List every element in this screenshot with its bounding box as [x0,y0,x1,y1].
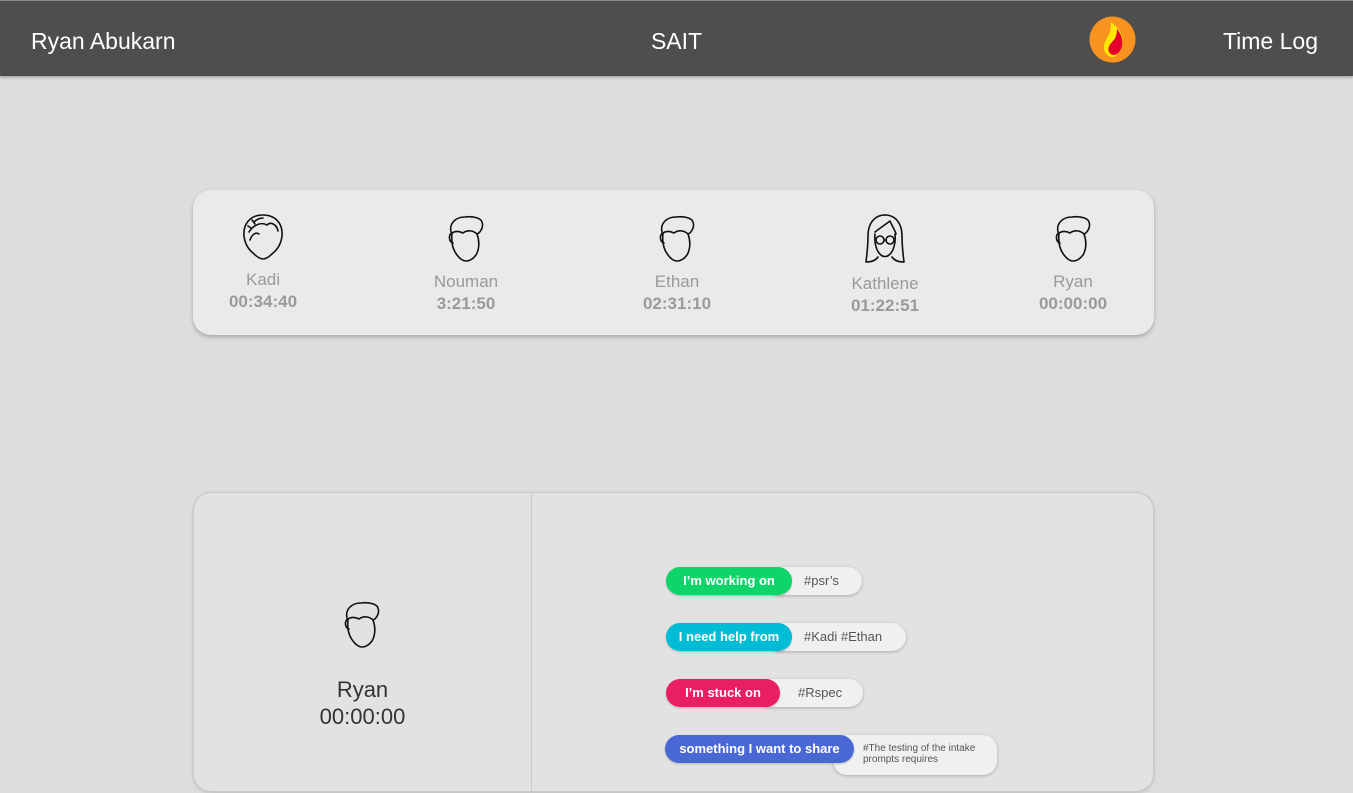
male-avatar-icon [448,215,484,262]
selected-member-name: Ryan [336,677,389,702]
member-time: 00:34:40 [228,292,298,311]
selected-member-panel: Ryan 00:00:00 [194,493,531,793]
panel-divider [531,493,532,793]
member-name: Nouman [433,272,499,291]
time-log-link[interactable]: Time Log [1223,28,1318,55]
status-value[interactable]: #The testing of the intake prompts requi… [833,735,997,775]
member-detail-card: Ryan 00:00:00 #psr’s I’m working on #Kad… [193,492,1154,793]
male-avatar-icon [1055,215,1091,262]
flame-logo-icon[interactable] [1089,16,1136,63]
male-avatar-icon [344,601,380,648]
status-label-pill[interactable]: I’m stuck on [666,679,780,707]
team-members-card: Kadi 00:34:40 Nouman 3:21:50 Ethan 02:31… [193,190,1154,335]
member-time: 02:31:10 [642,294,712,313]
status-label-pill[interactable]: I need help from [666,623,792,651]
member-time: 3:21:50 [436,294,496,313]
organization-name: SAIT [650,28,703,54]
current-user-name: Ryan Abukarn [31,28,176,54]
team-member-ethan[interactable]: Ethan 02:31:10 [607,190,747,314]
member-name: Ethan [654,272,700,291]
team-member-kathlene[interactable]: Kathlene 01:22:51 [815,190,955,316]
selected-member-time: 00:00:00 [319,704,406,729]
team-member-ryan[interactable]: Ryan 00:00:00 [1003,190,1143,314]
status-label-pill[interactable]: something I want to share [665,735,854,763]
member-name: Ryan [1053,272,1093,291]
female-short-hair-icon [243,214,283,260]
member-name: Kadi [245,270,281,289]
member-time: 01:22:51 [850,296,920,315]
female-glasses-avatar-icon [865,214,905,263]
team-member-kadi[interactable]: Kadi 00:34:40 [193,190,333,312]
male-avatar-icon [659,215,695,262]
team-member-nouman[interactable]: Nouman 3:21:50 [396,190,536,314]
member-time: 00:00:00 [1038,294,1108,313]
top-navigation-bar: Ryan Abukarn SAIT Time Log [0,0,1353,76]
member-name: Kathlene [851,274,919,293]
status-label-pill[interactable]: I’m working on [666,567,792,595]
